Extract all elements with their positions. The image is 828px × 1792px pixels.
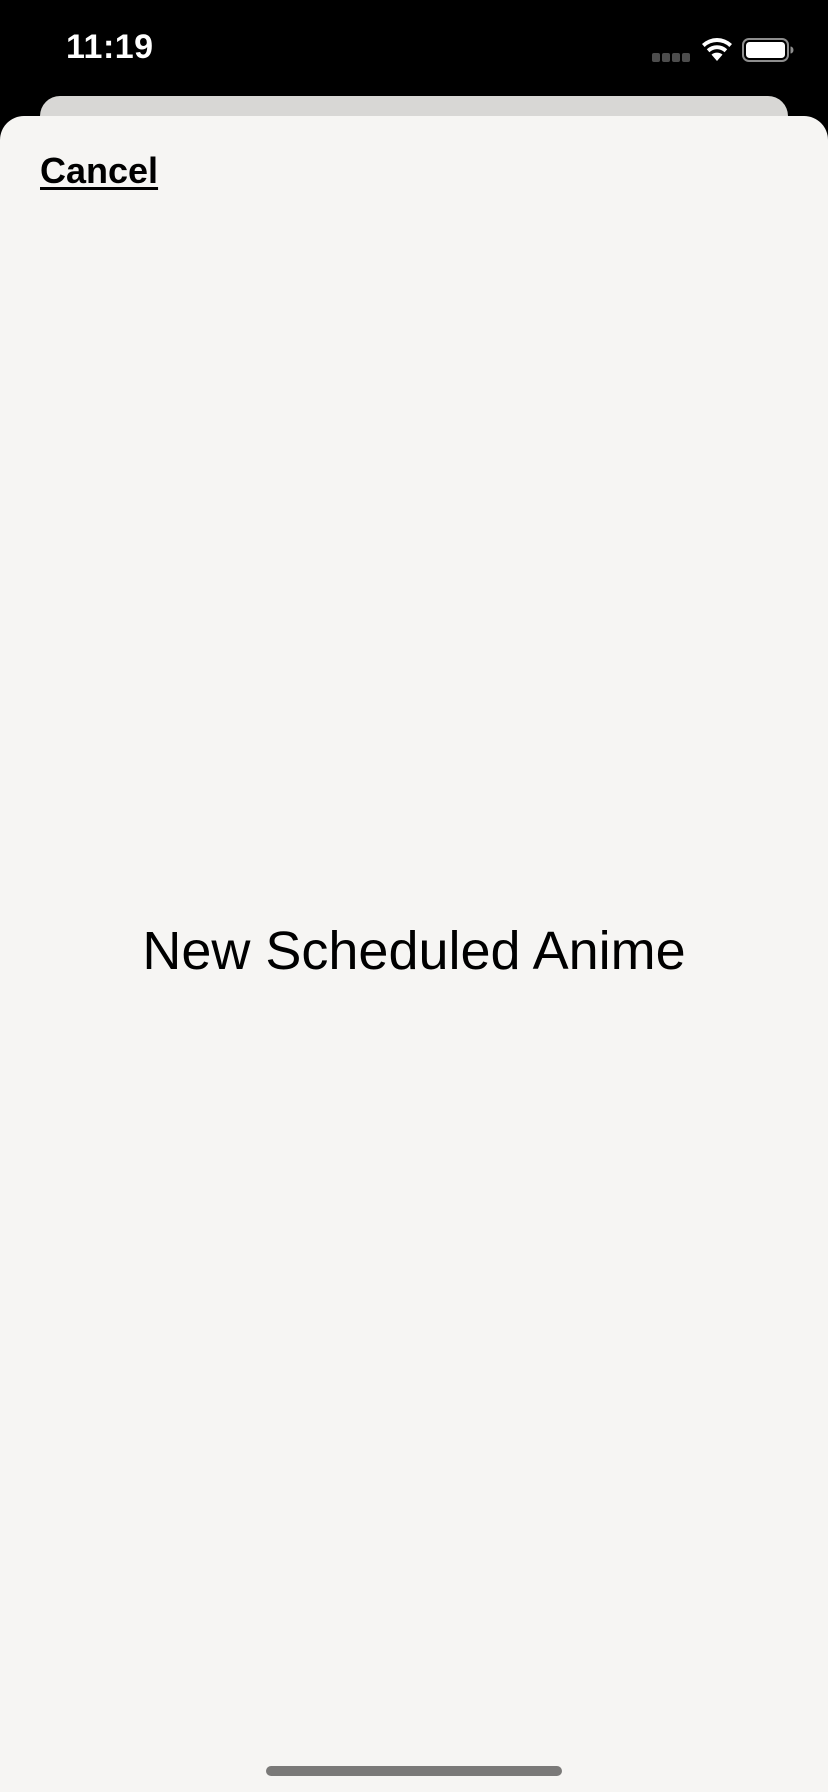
home-indicator[interactable] [266, 1766, 562, 1776]
cellular-signal-icon [652, 53, 690, 62]
cancel-button[interactable]: Cancel [40, 150, 158, 192]
screen: 11:19 Cancel New Scheduled Anime [0, 0, 828, 1792]
battery-icon [742, 38, 794, 62]
status-bar: 11:19 [0, 0, 828, 96]
status-time: 11:19 [66, 28, 154, 66]
modal-sheet: Cancel New Scheduled Anime [0, 116, 828, 1792]
sheet-title: New Scheduled Anime [142, 921, 686, 981]
wifi-icon [702, 38, 732, 61]
